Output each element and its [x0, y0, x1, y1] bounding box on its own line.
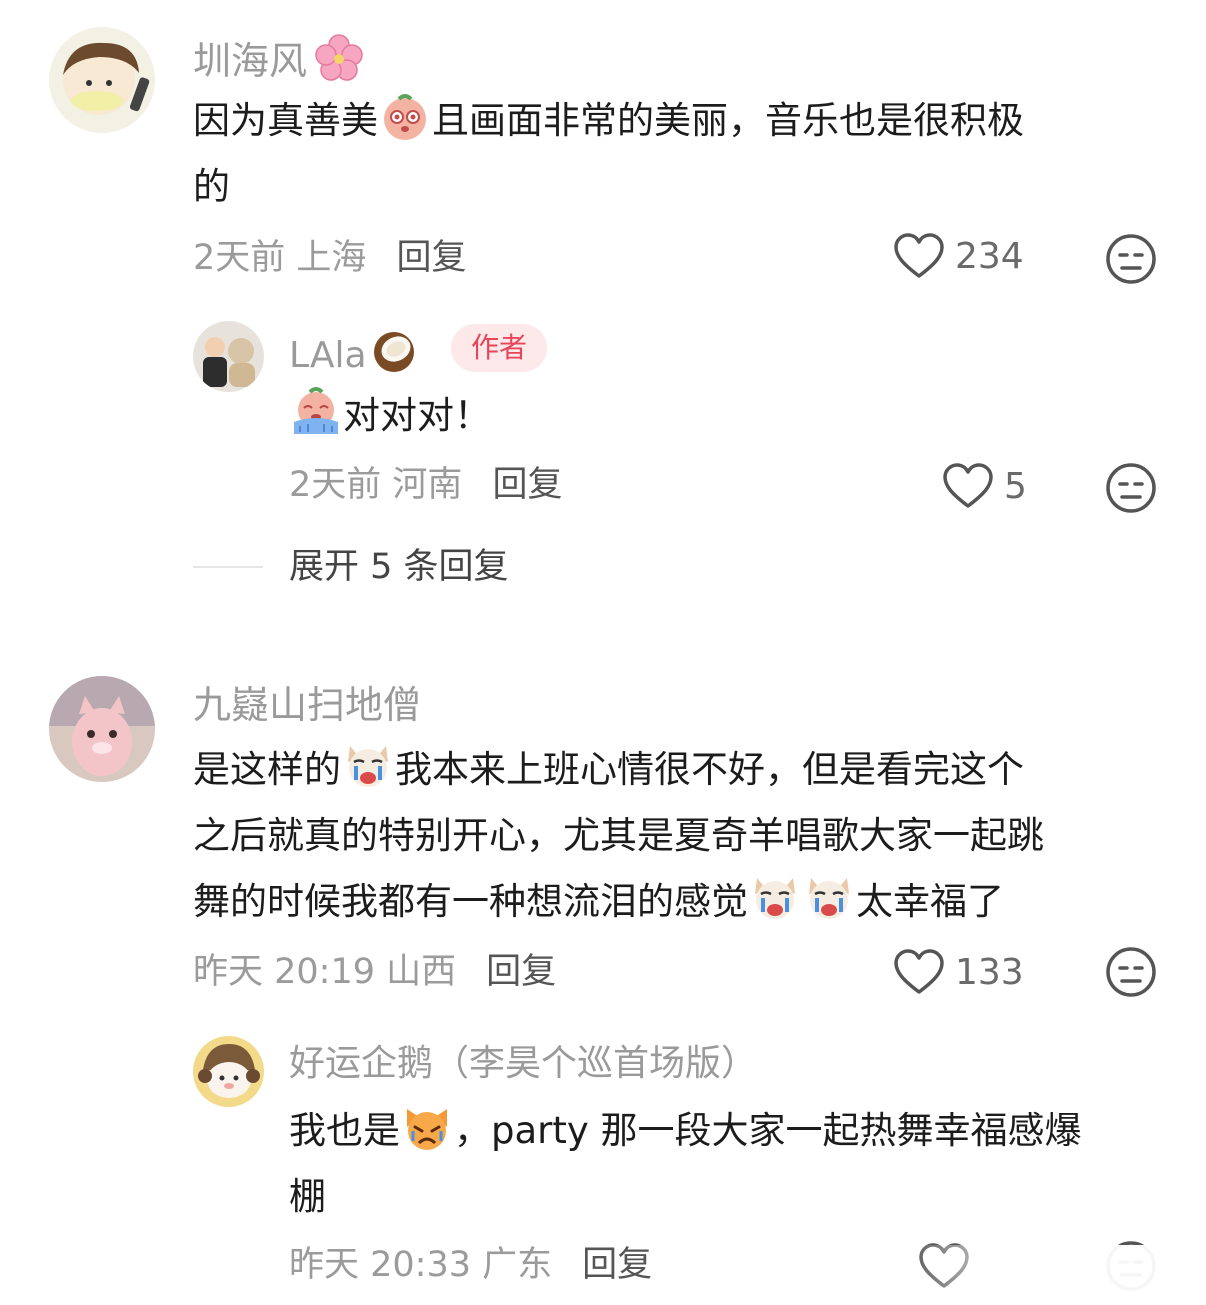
crying-dog-emoji-icon [749, 872, 801, 924]
heart-outline-icon [894, 233, 944, 278]
like-button[interactable]: 133 [893, 948, 1024, 996]
reply-button[interactable]: 回复 [396, 238, 466, 278]
dislike-button[interactable] [1105, 233, 1157, 285]
like-count: 5 [1004, 465, 1027, 507]
crying-dog-emoji-icon [342, 740, 394, 792]
reply-username[interactable]: LAla [289, 325, 421, 380]
dislike-button[interactable] [1105, 946, 1157, 998]
comment-text: 是这样的 我本来上班心情很不好，但是看完这个 之后就真的特别开心，尤其是夏奇羊唱… [193, 737, 1193, 935]
dislike-button[interactable] [1105, 462, 1157, 514]
expand-replies-button[interactable]: 展开 5 条回复 [289, 545, 509, 589]
reply-button[interactable]: 回复 [486, 952, 556, 992]
crying-peach-emoji-icon [290, 386, 342, 438]
expand-divider [193, 566, 263, 568]
like-button[interactable]: 234 [893, 232, 1024, 280]
reply-text: 对对对！ [289, 383, 491, 449]
heart-outline-icon [894, 949, 944, 994]
reply-meta: 昨天 20:33 广东 回复 [289, 1245, 653, 1285]
like-button[interactable]: 5 [942, 462, 1027, 510]
meh-face-icon [1106, 463, 1156, 513]
like-count: 234 [955, 235, 1024, 277]
reply-text: 我也是 ，party 那一段大家一起热舞幸福感爆棚 [289, 1098, 1189, 1230]
avatar[interactable] [193, 321, 264, 392]
crying-peach-emoji-icon [379, 91, 431, 143]
coconut-icon [368, 325, 420, 377]
avatar[interactable] [49, 676, 155, 782]
crying-dog-emoji-icon [803, 872, 855, 924]
comment-meta: 昨天 20:19 山西 回复 [193, 952, 557, 992]
reply-button[interactable]: 回复 [582, 1245, 652, 1285]
comment-username[interactable]: 九嶷山扫地僧 [193, 681, 421, 729]
cherry-blossom-icon [313, 32, 365, 84]
reply-username[interactable]: 好运企鹅（李昊个巡首场版） [289, 1040, 757, 1088]
watermark-fade [906, 1245, 1206, 1305]
avatar[interactable] [49, 27, 155, 133]
author-badge: 作者 [451, 324, 548, 372]
avatar[interactable] [193, 1036, 264, 1107]
reply-meta: 2天前 河南 回复 [289, 465, 563, 505]
crying-cat-emoji-icon [401, 1101, 453, 1153]
comment-username[interactable]: 圳海风 [193, 32, 366, 85]
comment-meta: 2天前 上海 回复 [193, 238, 467, 278]
reply-button[interactable]: 回复 [492, 465, 562, 505]
heart-outline-icon [943, 463, 993, 508]
meh-face-icon [1106, 234, 1156, 284]
comment-text: 因为真善美 且画面非常的美丽，音乐也是很积极的 [193, 88, 1173, 220]
like-count: 133 [955, 951, 1024, 993]
meh-face-icon [1106, 947, 1156, 997]
